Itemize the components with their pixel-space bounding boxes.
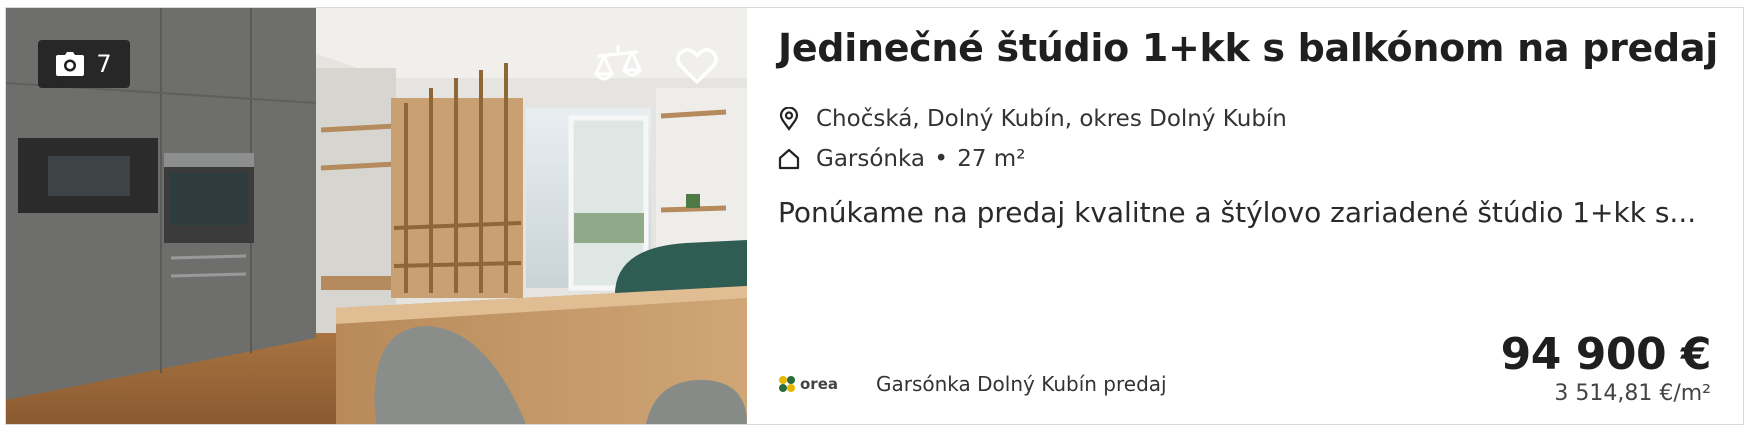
separator-dot: • [934, 146, 948, 172]
agency-logo-text: orea [800, 375, 838, 393]
price: 94 900 € [1500, 328, 1712, 380]
favorite-button[interactable] [671, 40, 723, 92]
house-icon [778, 148, 800, 170]
scales-icon [594, 44, 642, 81]
location-text: Chočská, Dolný Kubín, okres Dolný Kubín [816, 106, 1287, 132]
property-type: Garsónka [816, 146, 926, 172]
listing-photo[interactable]: 7 [6, 8, 747, 424]
property-type-row: Garsónka • 27 m² [778, 146, 1025, 172]
property-area: 27 m² [957, 146, 1026, 172]
location-row: Chočská, Dolný Kubín, okres Dolný Kubín [778, 106, 1287, 132]
listing-description: Ponúkame na predaj kvalitne a štýlovo za… [778, 196, 1697, 229]
photo-count-badge[interactable]: 7 [38, 40, 130, 88]
listing-info: Jedinečné štúdio 1+kk s balkónom na pred… [778, 8, 1743, 424]
agency-info[interactable]: orea Garsónka Dolný Kubín predaj [778, 372, 1167, 396]
orea-logo-mark [779, 376, 795, 392]
map-pin-icon [779, 107, 799, 131]
agency-label[interactable]: Garsónka Dolný Kubín predaj [876, 372, 1167, 396]
compare-button[interactable] [592, 40, 644, 92]
camera-icon [56, 52, 85, 76]
photo-count-value: 7 [96, 50, 112, 78]
heart-icon [676, 48, 718, 84]
listing-title[interactable]: Jedinečné štúdio 1+kk s balkónom na pred… [778, 26, 1718, 70]
price-per-m2: 3 514,81 €/m² [1554, 381, 1711, 406]
listing-card[interactable]: 7 Jedinečné štúdio 1+kk s balkónom na pr… [5, 7, 1744, 425]
agency-logo: orea [778, 375, 862, 393]
price-block: 94 900 € 3 514,81 €/m² [1500, 328, 1712, 406]
